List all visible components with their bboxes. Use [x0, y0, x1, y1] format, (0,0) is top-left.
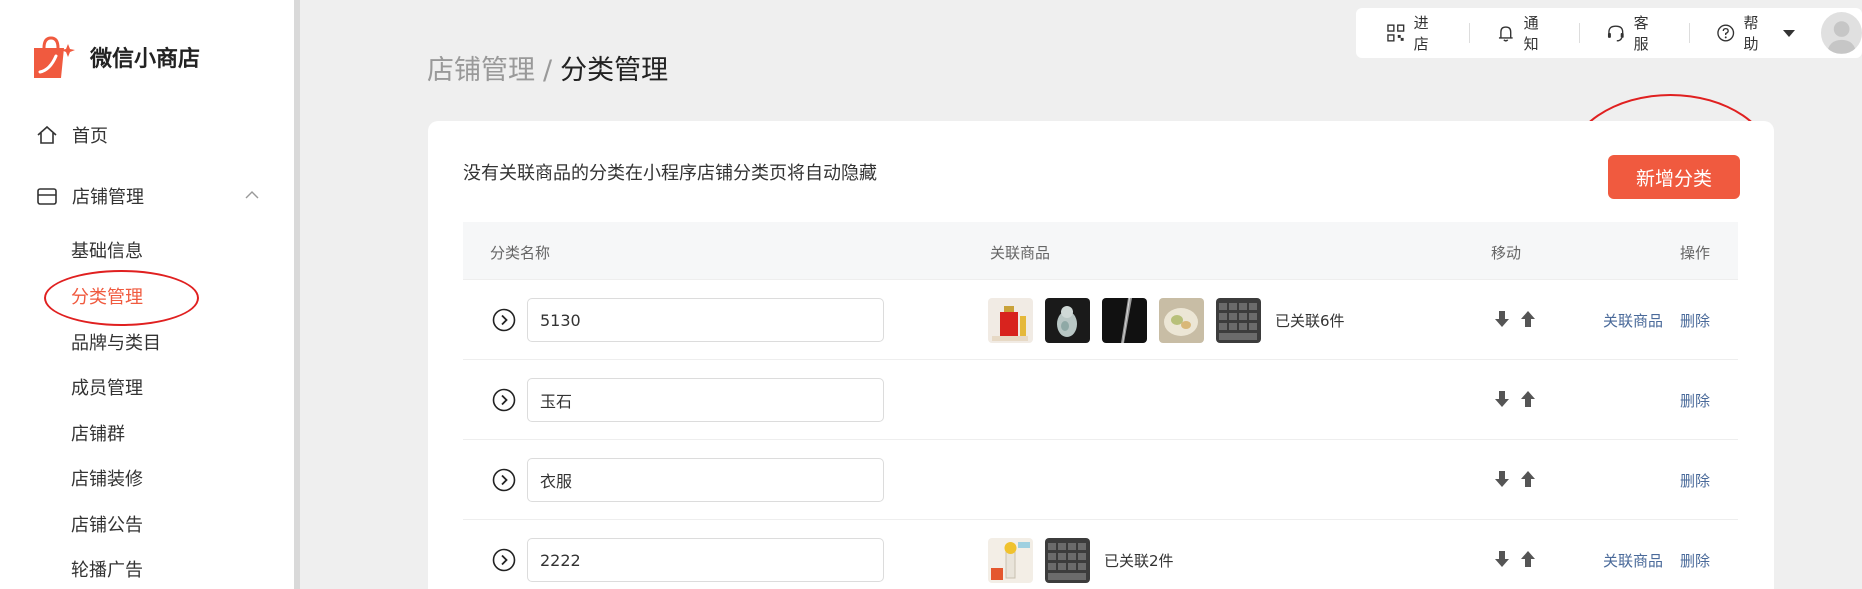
delete-button[interactable]: 删除 — [1680, 390, 1710, 411]
sidebar: 微信小商店 首页 店铺管理 基础信息 分类管理 品牌与类目 成员管理 店铺群 店… — [0, 0, 300, 589]
product-image — [1045, 538, 1090, 583]
product-thumbnail[interactable] — [1102, 298, 1147, 343]
category-name-input[interactable] — [527, 298, 884, 342]
sidebar-item-store-notice[interactable]: 店铺公告 — [71, 511, 143, 537]
add-category-button[interactable]: 新增分类 — [1608, 155, 1740, 199]
link-products-button[interactable]: 关联商品 — [1603, 550, 1663, 571]
nav-home-label: 首页 — [72, 126, 108, 147]
sidebar-item-category-management[interactable]: 分类管理 — [71, 283, 143, 309]
chevron-up-icon[interactable] — [244, 187, 260, 203]
column-header-products: 关联商品 — [990, 244, 1051, 262]
arrow-up-icon[interactable] — [1520, 390, 1536, 408]
sidebar-item-store-decoration[interactable]: 店铺装修 — [71, 465, 143, 491]
page-title: 分类管理 — [560, 55, 669, 86]
help-dropdown[interactable]: 帮助 — [1716, 12, 1795, 54]
expand-circle-icon[interactable] — [492, 308, 516, 332]
expand-circle-icon[interactable] — [492, 548, 516, 572]
arrow-down-icon[interactable] — [1494, 310, 1510, 328]
breadcrumb-separator: / — [543, 55, 553, 86]
breadcrumb: 店铺管理 / 分类管理 — [427, 48, 668, 87]
linked-products: 已关联6件 — [988, 298, 1345, 343]
headset-icon — [1607, 25, 1624, 42]
nav-home[interactable]: 首页 — [36, 122, 108, 148]
notification-label: 通知 — [1523, 14, 1539, 53]
table-row: 删除 — [463, 440, 1738, 520]
product-image — [1159, 298, 1204, 343]
sidebar-item-members[interactable]: 成员管理 — [71, 374, 143, 400]
product-image — [988, 538, 1033, 583]
customer-service-button[interactable]: 客服 — [1606, 12, 1663, 54]
breadcrumb-parent[interactable]: 店铺管理 — [427, 55, 535, 86]
question-circle-icon — [1717, 24, 1735, 42]
toolbar-divider — [1579, 23, 1581, 43]
expand-circle-icon[interactable] — [492, 468, 516, 492]
delete-button[interactable]: 删除 — [1680, 470, 1710, 491]
table-header: 分类名称 关联商品 移动 操作 — [463, 222, 1738, 280]
product-image — [1102, 298, 1147, 343]
product-thumbnail[interactable] — [1045, 538, 1090, 583]
arrow-up-icon[interactable] — [1520, 310, 1536, 328]
category-name-input[interactable] — [527, 538, 884, 582]
product-thumbnail[interactable] — [988, 538, 1033, 583]
toolbar-divider — [1469, 23, 1471, 43]
product-thumbnail[interactable] — [1216, 298, 1261, 343]
product-thumbnail[interactable] — [1159, 298, 1204, 343]
nav-store-management[interactable]: 店铺管理 — [36, 183, 266, 209]
category-table: 分类名称 关联商品 移动 操作 5130 已关联6件 关联商品 删除 玉石 删除… — [463, 222, 1738, 589]
column-header-move: 移动 — [1491, 244, 1522, 262]
bell-icon — [1498, 26, 1513, 42]
linked-count: 已关联6件 — [1275, 312, 1345, 330]
sidebar-item-carousel-ads[interactable]: 轮播广告 — [71, 556, 143, 582]
home-icon — [37, 125, 57, 144]
store-icon — [37, 188, 57, 205]
delete-button[interactable]: 删除 — [1680, 550, 1710, 571]
enter-store-button[interactable]: 进店 — [1386, 12, 1443, 54]
product-thumbnail[interactable] — [1045, 298, 1090, 343]
brand[interactable]: 微信小商店 — [30, 34, 200, 80]
qrcode-icon — [1387, 24, 1405, 42]
category-card: 没有关联商品的分类在小程序店铺分类页将自动隐藏 新增分类 分类名称 关联商品 移… — [428, 121, 1774, 589]
table-row: 已关联6件 关联商品 删除 — [463, 280, 1738, 360]
caret-down-icon — [1782, 29, 1795, 37]
expand-circle-icon[interactable] — [492, 388, 516, 412]
notification-button[interactable]: 通知 — [1496, 12, 1553, 54]
toolbar-divider — [1689, 23, 1691, 43]
enter-store-label: 进店 — [1413, 14, 1429, 53]
arrow-up-icon[interactable] — [1520, 470, 1536, 488]
linked-count: 已关联2件 — [1104, 552, 1174, 570]
arrow-up-icon[interactable] — [1520, 550, 1536, 568]
delete-button[interactable]: 删除 — [1680, 310, 1710, 331]
sidebar-item-store-group[interactable]: 店铺群 — [71, 420, 125, 446]
product-image — [1045, 298, 1090, 343]
category-name-input[interactable] — [527, 458, 884, 502]
user-avatar-icon — [1826, 21, 1857, 54]
arrow-down-icon[interactable] — [1494, 550, 1510, 568]
arrow-down-icon[interactable] — [1494, 470, 1510, 488]
avatar[interactable] — [1820, 12, 1862, 54]
product-image — [1216, 298, 1261, 343]
table-row: 已关联2件 关联商品 删除 — [463, 520, 1738, 589]
category-name-input[interactable] — [527, 378, 884, 422]
product-thumbnail[interactable] — [988, 298, 1033, 343]
nav-store-label: 店铺管理 — [72, 187, 144, 208]
link-products-button[interactable]: 关联商品 — [1603, 310, 1663, 331]
customer-service-label: 客服 — [1633, 14, 1649, 53]
help-label: 帮助 — [1743, 14, 1759, 53]
arrow-down-icon[interactable] — [1494, 390, 1510, 408]
shop-bag-logo-icon — [34, 36, 75, 78]
linked-products: 已关联2件 — [988, 538, 1174, 583]
hint-text: 没有关联商品的分类在小程序店铺分类页将自动隐藏 — [463, 163, 877, 184]
column-header-actions: 操作 — [1680, 244, 1711, 262]
brand-name: 微信小商店 — [90, 47, 201, 72]
product-image — [988, 298, 1033, 343]
sidebar-item-brand-category[interactable]: 品牌与类目 — [71, 329, 161, 355]
table-row: 删除 — [463, 360, 1738, 440]
sidebar-item-basic-info[interactable]: 基础信息 — [71, 237, 143, 263]
column-header-name: 分类名称 — [490, 244, 551, 262]
top-toolbar: 进店 通知 客服 帮助 — [1356, 8, 1862, 58]
